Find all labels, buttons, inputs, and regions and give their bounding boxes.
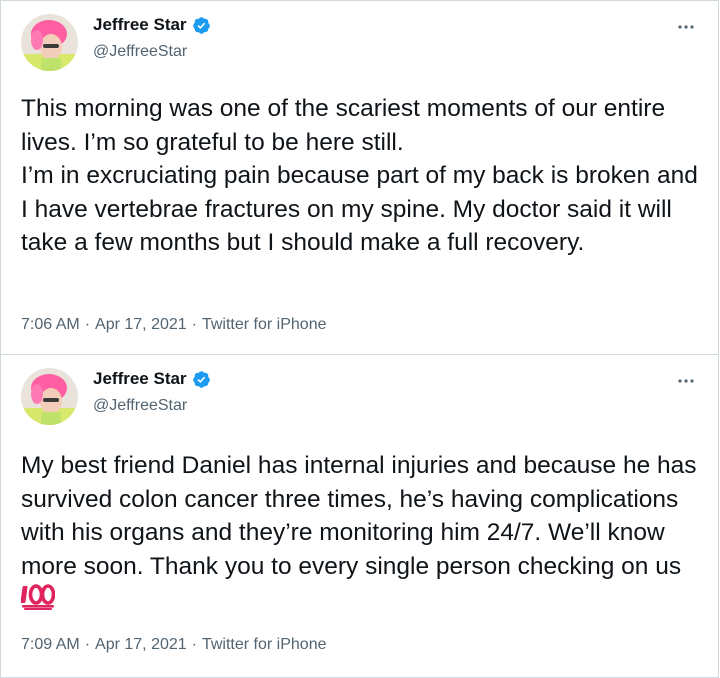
tweet[interactable]: Jeffree Star @JeffreeStar This morning w…	[0, 0, 719, 355]
avatar-image	[21, 368, 78, 425]
tweet-date[interactable]: Apr 17, 2021	[95, 636, 187, 654]
tweet-text-body: My best friend Daniel has internal injur…	[21, 452, 697, 580]
separator: ·	[84, 316, 91, 333]
more-options-icon[interactable]	[674, 369, 698, 393]
avatar[interactable]	[21, 368, 78, 425]
tweet-source[interactable]: Twitter for iPhone	[202, 316, 327, 334]
display-name[interactable]: Jeffree Star	[93, 15, 187, 35]
tweet-time[interactable]: 7:06 AM	[21, 316, 80, 334]
tweet[interactable]: Jeffree Star @JeffreeStar My best friend…	[0, 355, 719, 678]
tweet-time[interactable]: 7:09 AM	[21, 636, 80, 654]
tweet-meta: 7:09 AM · Apr 17, 2021 · Twitter for iPh…	[21, 636, 326, 654]
avatar-image	[21, 14, 78, 71]
handle[interactable]: @JeffreeStar	[93, 397, 187, 415]
display-name[interactable]: Jeffree Star	[93, 369, 187, 389]
verified-badge-icon	[192, 16, 210, 34]
verified-badge-icon	[192, 370, 210, 388]
hundred-points-icon	[21, 584, 55, 611]
separator: ·	[191, 636, 197, 653]
avatar[interactable]	[21, 14, 78, 71]
separator: ·	[84, 636, 91, 653]
tweet-source[interactable]: Twitter for iPhone	[202, 636, 327, 654]
handle[interactable]: @JeffreeStar	[93, 43, 187, 61]
tweet-meta: 7:06 AM · Apr 17, 2021 · Twitter for iPh…	[21, 316, 326, 334]
separator: ·	[191, 316, 197, 333]
tweet-date[interactable]: Apr 17, 2021	[95, 316, 187, 334]
tweet-text: My best friend Daniel has internal injur…	[21, 449, 701, 617]
tweet-text: This morning was one of the scariest mom…	[21, 95, 698, 257]
more-options-icon[interactable]	[674, 15, 698, 39]
